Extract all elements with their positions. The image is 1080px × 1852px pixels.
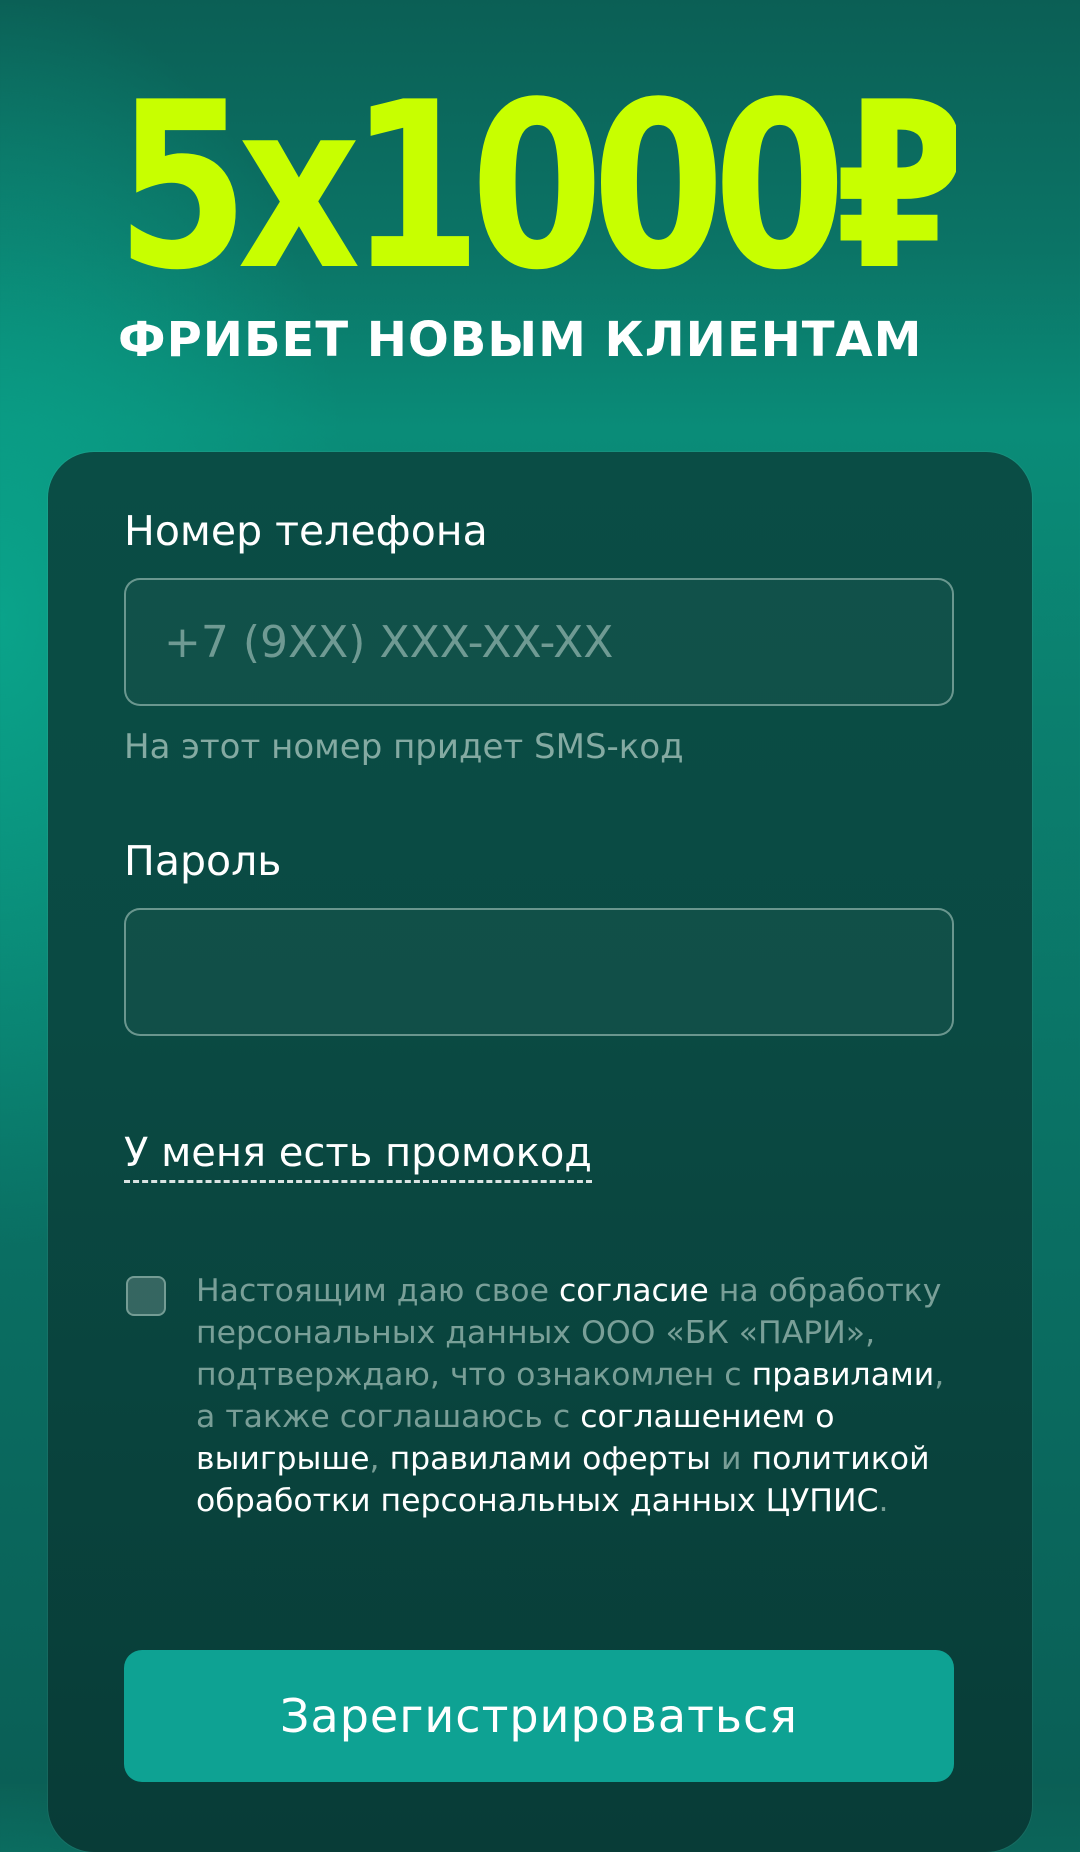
phone-input[interactable] xyxy=(124,578,954,706)
bonus-amount-text: 5x1000₽ xyxy=(116,88,956,298)
rules-link[interactable]: правилами xyxy=(752,1357,935,1393)
password-label: Пароль xyxy=(124,837,282,885)
consent-text: Настоящим даю свое согласие на обработку… xyxy=(196,1270,966,1522)
consent-text-part: и xyxy=(710,1441,752,1477)
promo-code-link[interactable]: У меня есть промокод xyxy=(124,1130,592,1183)
promo-banner: 5x1000₽ ФРИБЕТ НОВЫМ КЛИЕНТАМ xyxy=(0,70,1080,390)
bonus-amount-graphic: 5x1000₽ xyxy=(116,88,956,298)
consent-link[interactable]: согласие xyxy=(559,1273,709,1309)
consent-text-part: , xyxy=(369,1441,390,1477)
bonus-amount: 5x1000₽ xyxy=(116,88,956,298)
consent-text-part: Настоящим даю свое xyxy=(196,1273,559,1309)
phone-label: Номер телефона xyxy=(124,507,488,555)
password-input[interactable] xyxy=(124,908,954,1036)
offer-rules-link[interactable]: правилами оферты xyxy=(390,1441,711,1477)
consent-checkbox[interactable] xyxy=(126,1276,166,1316)
register-button[interactable]: Зарегистрироваться xyxy=(124,1650,954,1782)
bonus-subtitle: ФРИБЕТ НОВЫМ КЛИЕНТАМ xyxy=(118,312,923,368)
phone-hint: На этот номер придет SMS-код xyxy=(124,727,684,767)
consent-text-part: . xyxy=(878,1483,889,1519)
